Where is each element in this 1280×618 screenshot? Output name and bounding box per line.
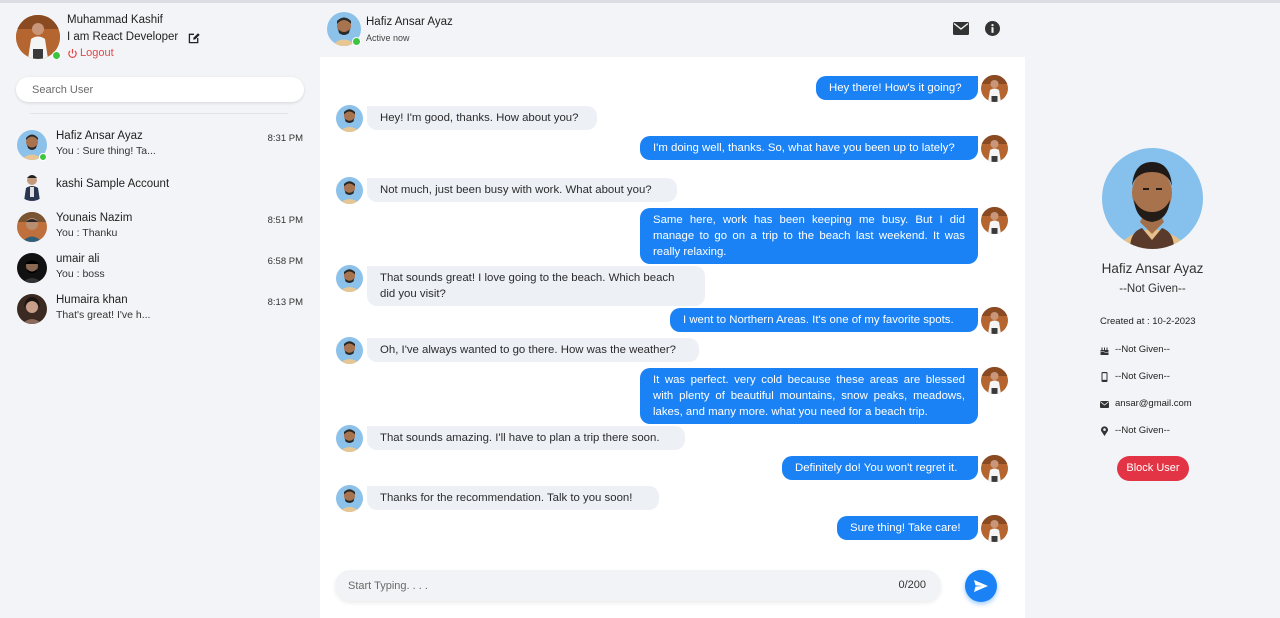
edit-icon[interactable]: [187, 31, 201, 45]
profile-email-row: ansar@gmail.com: [1100, 398, 1192, 409]
message-bubble: Sure thing! Take care!: [837, 516, 978, 540]
location-pin-icon: [1101, 425, 1108, 436]
profile-avatar: [1102, 148, 1203, 249]
current-user-bio: I am React Developer: [67, 31, 179, 43]
profile-name: Hafiz Ansar Ayaz: [1101, 261, 1204, 276]
profile-phone: --Not Given--: [1115, 371, 1170, 382]
contact-avatar: [17, 294, 47, 324]
contact-avatar: [336, 337, 363, 364]
phone-icon: [1101, 371, 1108, 382]
contact-avatar: [17, 253, 47, 283]
contact-last-message: You : Sure thing! Ta...: [56, 145, 156, 157]
message-bubble: Definitely do! You won't regret it.: [782, 456, 978, 480]
contact-item-humaira-khan[interactable]: Humaira khan That's great! I've h... 8:1…: [16, 290, 306, 331]
sender-avatar: [981, 367, 1008, 394]
message-bubble: Same here, work has been keeping me busy…: [640, 208, 978, 264]
contact-list: Hafiz Ansar Ayaz You : Sure thing! Ta...…: [16, 126, 306, 331]
contact-time: 8:13 PM: [267, 297, 303, 308]
sender-avatar: [981, 515, 1008, 542]
contact-avatar: [336, 265, 363, 292]
contact-name: kashi Sample Account: [56, 178, 170, 190]
profile-location-row: --Not Given--: [1100, 425, 1170, 436]
message-composer: 0/200: [335, 570, 941, 601]
contact-time: 8:51 PM: [267, 215, 303, 226]
contact-last-message: That's great! I've h...: [56, 309, 151, 321]
online-indicator: [39, 153, 47, 161]
contact-avatar: [336, 425, 363, 452]
mail-icon[interactable]: [953, 22, 969, 35]
logout-button[interactable]: Logout: [67, 47, 114, 59]
power-icon: [68, 48, 77, 58]
sender-avatar: [981, 455, 1008, 482]
contact-avatar: [336, 105, 363, 132]
contact-last-message: You : boss: [56, 268, 105, 280]
profile-email: ansar@gmail.com: [1115, 398, 1192, 409]
contact-time: 6:58 PM: [267, 256, 303, 267]
sender-avatar: [981, 135, 1008, 162]
block-user-button[interactable]: Block User: [1117, 456, 1189, 481]
contact-name: Humaira khan: [56, 294, 128, 306]
logout-label: Logout: [80, 47, 114, 59]
current-user-card: Muhammad Kashif I am React Developer Log…: [16, 13, 306, 63]
online-indicator: [52, 51, 61, 60]
profile-location: --Not Given--: [1115, 425, 1170, 436]
contact-item-umair-ali[interactable]: umair ali You : boss 6:58 PM: [16, 249, 306, 290]
divider: [30, 113, 288, 114]
contact-name: umair ali: [56, 253, 100, 265]
sidebar: Muhammad Kashif I am React Developer Log…: [0, 3, 320, 618]
message-bubble: Hey there! How's it going?: [816, 76, 978, 100]
message-bubble: It was perfect. very cold because these …: [640, 368, 978, 424]
contact-name: Younais Nazim: [56, 212, 133, 224]
sender-avatar: [981, 307, 1008, 334]
profile-birthday-row: --Not Given--: [1100, 344, 1170, 355]
message-bubble: Hey! I'm good, thanks. How about you?: [367, 106, 597, 130]
send-button[interactable]: [965, 570, 997, 602]
contact-item-hafiz-ansar-ayaz[interactable]: Hafiz Ansar Ayaz You : Sure thing! Ta...…: [16, 126, 306, 167]
char-counter: 0/200: [898, 579, 926, 591]
profile-birthday: --Not Given--: [1115, 344, 1170, 355]
message-bubble: Not much, just been busy with work. What…: [367, 178, 677, 202]
contact-item-kashi-sample-account[interactable]: kashi Sample Account: [16, 167, 306, 208]
contact-last-message: You : Thanku: [56, 227, 118, 239]
chat-contact-status: Active now: [366, 33, 410, 43]
current-user-name: Muhammad Kashif: [67, 14, 163, 26]
info-icon[interactable]: [985, 21, 1000, 36]
contact-avatar: [17, 212, 47, 242]
sender-avatar: [981, 207, 1008, 234]
message-bubble: I went to Northern Areas. It's one of my…: [670, 308, 978, 332]
online-indicator: [352, 37, 361, 46]
message-bubble: That sounds amazing. I'll have to plan a…: [367, 426, 685, 450]
profile-panel: Hafiz Ansar Ayaz --Not Given-- Created a…: [1025, 3, 1280, 618]
sender-avatar: [981, 75, 1008, 102]
send-icon: [974, 580, 988, 592]
email-icon: [1100, 400, 1109, 408]
profile-phone-row: --Not Given--: [1100, 371, 1170, 382]
message-list: Hey there! How's it going? Hey! I'm good,…: [320, 57, 1025, 557]
chat-contact-name: Hafiz Ansar Ayaz: [366, 16, 453, 28]
message-input[interactable]: [335, 570, 875, 601]
profile-subtitle: --Not Given--: [1119, 283, 1186, 295]
message-bubble: That sounds great! I love going to the b…: [367, 266, 705, 306]
message-bubble: I'm doing well, thanks. So, what have yo…: [640, 136, 978, 160]
contact-name: Hafiz Ansar Ayaz: [56, 130, 143, 142]
contact-avatar: [336, 485, 363, 512]
contact-avatar: [17, 171, 47, 201]
contact-avatar: [336, 177, 363, 204]
contact-item-younais-nazim[interactable]: Younais Nazim You : Thanku 8:51 PM: [16, 208, 306, 249]
contact-time: 8:31 PM: [267, 133, 303, 144]
birthday-cake-icon: [1100, 347, 1109, 355]
chat-panel: Hafiz Ansar Ayaz Active now Hey there! H…: [320, 3, 1025, 618]
message-bubble: Oh, I've always wanted to go there. How …: [367, 338, 699, 362]
search-input[interactable]: [16, 77, 304, 102]
message-bubble: Thanks for the recommendation. Talk to y…: [367, 486, 659, 510]
chat-header: Hafiz Ansar Ayaz Active now: [320, 3, 1025, 57]
profile-created-at: Created at : 10-2-2023: [1100, 316, 1196, 327]
